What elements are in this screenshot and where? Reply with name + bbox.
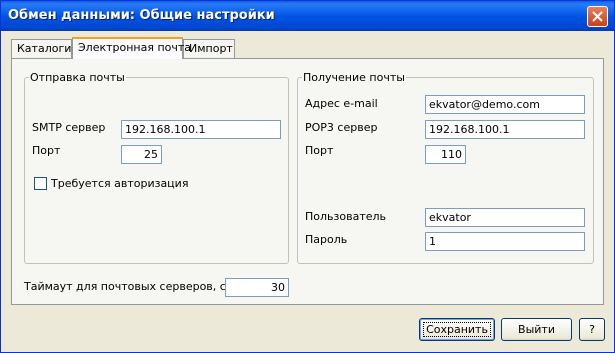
auth-label: Требуется авторизация [51,177,189,190]
tab-email[interactable]: Электронная почта [72,37,191,59]
dialog-window: Обмен данными: Общие настройки Каталоги … [0,0,615,353]
help-button[interactable]: ? [579,318,605,341]
title-bar[interactable]: Обмен данными: Общие настройки [1,1,614,31]
send-port-field[interactable]: 25 [121,145,162,164]
exit-button[interactable]: Выйти [501,318,572,341]
help-button-label: ? [589,323,595,336]
auth-checkbox[interactable] [34,177,47,190]
pop3-server-field[interactable]: 192.168.100.1 [425,120,585,139]
tab-catalogs[interactable]: Каталоги [11,39,72,59]
close-icon [592,11,603,22]
smtp-server-field[interactable]: 192.168.100.1 [121,120,281,139]
password-field[interactable]: 1 [425,232,585,251]
receive-port-label: Порт [305,144,334,157]
user-field[interactable]: ekvator [425,208,585,227]
exit-button-label: Выйти [518,323,555,336]
email-field[interactable]: ekvator@demo.com [425,95,585,114]
smtp-label: SMTP сервер [32,121,106,134]
pop3-label: POP3 сервер [305,121,378,134]
tab-panel-email: Отправка почты SMTP сервер 192.168.100.1… [11,58,604,305]
receive-group-title: Получение почты [302,71,406,84]
tab-label: Импорт [189,42,233,55]
send-group-title: Отправка почты [29,71,126,84]
tab-label: Каталоги [17,42,72,55]
user-label: Пользователь [305,210,387,223]
save-button[interactable]: Сохранить [419,318,495,341]
timeout-label: Таймаут для почтовых серверов, сек [24,280,240,293]
window-title: Обмен данными: Общие настройки [8,8,275,23]
send-mail-group: Отправка почты SMTP сервер 192.168.100.1… [24,71,289,264]
save-button-label: Сохранить [423,322,491,337]
email-label: Адрес e-mail [305,97,378,110]
timeout-field[interactable]: 30 [225,278,289,297]
tab-label: Электронная почта [78,41,192,54]
receive-mail-group: Получение почты Адрес e-mail ekvator@dem… [297,71,594,264]
close-button[interactable] [587,6,608,27]
send-port-label: Порт [32,144,61,157]
password-label: Пароль [305,233,348,246]
receive-port-field[interactable]: 110 [425,145,466,164]
